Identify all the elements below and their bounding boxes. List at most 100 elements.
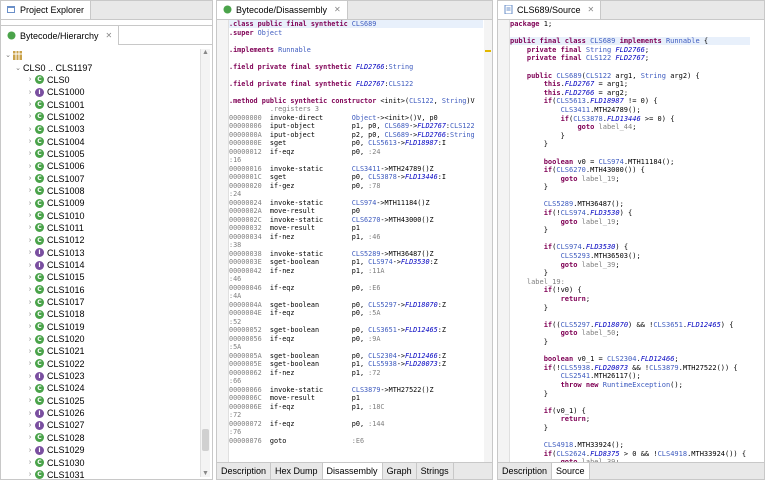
tree-item[interactable]: › C CLS1022	[1, 358, 198, 370]
chevron-right-icon[interactable]: ›	[25, 150, 35, 157]
tree-item[interactable]: › I CLS1029	[1, 444, 198, 456]
tree-item-label: CLS1001	[47, 99, 85, 110]
chevron-right-icon[interactable]: ›	[25, 323, 35, 330]
chevron-right-icon[interactable]: ›	[25, 447, 35, 454]
tab-bytecode-hierarchy[interactable]: Bytecode/Hierarchy ✕	[1, 26, 120, 45]
tree-item[interactable]: › I CLS1023	[1, 370, 198, 382]
scroll-up-icon[interactable]: ▲	[201, 49, 210, 56]
bottom-tab-graph[interactable]: Graph	[383, 463, 417, 479]
source-code[interactable]: package 1; public final class CLS689 imp…	[510, 20, 756, 462]
tree-root[interactable]: ⌄	[1, 49, 198, 61]
scroll-down-icon[interactable]: ▼	[201, 470, 210, 477]
tree-item[interactable]: › C CLS1015	[1, 271, 198, 283]
chevron-right-icon[interactable]: ›	[25, 422, 35, 429]
tab-label: Bytecode/Hierarchy	[20, 30, 99, 41]
tree-item[interactable]: › C CLS1024	[1, 382, 198, 394]
tab-project-explorer[interactable]: Project Explorer	[1, 1, 92, 19]
tree-item[interactable]: › C CLS1028	[1, 432, 198, 444]
chevron-down-icon[interactable]: ⌄	[3, 51, 13, 59]
tree-item[interactable]: › C CLS1018	[1, 308, 198, 320]
tree-item[interactable]: › C CLS1016	[1, 284, 198, 296]
tree-item[interactable]: › C CLS0	[1, 74, 198, 86]
bottom-tab-source[interactable]: Source	[552, 463, 590, 479]
class-icon: C	[35, 433, 44, 443]
tab-source[interactable]: CLS689/Source ✕	[498, 1, 602, 19]
tree-item[interactable]: › C CLS1030	[1, 456, 198, 468]
tree-item[interactable]: › C CLS1002	[1, 111, 198, 123]
chevron-right-icon[interactable]: ›	[25, 237, 35, 244]
tree-item[interactable]: › C CLS1011	[1, 222, 198, 234]
close-icon[interactable]: ✕	[588, 5, 595, 14]
chevron-right-icon[interactable]: ›	[25, 187, 35, 194]
chevron-right-icon[interactable]: ›	[25, 385, 35, 392]
tree-item[interactable]: › C CLS1007	[1, 172, 198, 184]
chevron-right-icon[interactable]: ›	[25, 286, 35, 293]
chevron-right-icon[interactable]: ›	[25, 471, 35, 478]
chevron-right-icon[interactable]: ›	[25, 373, 35, 380]
tab-bytecode-disassembly[interactable]: Bytecode/Disassembly ✕	[217, 1, 348, 19]
bottom-tab-disassembly[interactable]: Disassembly	[322, 463, 383, 479]
chevron-right-icon[interactable]: ›	[25, 212, 35, 219]
chevron-right-icon[interactable]: ›	[25, 348, 35, 355]
chevron-right-icon[interactable]: ›	[25, 126, 35, 133]
tree-item[interactable]: › C CLS1019	[1, 321, 198, 333]
scroll-thumb[interactable]	[202, 429, 209, 451]
tree-item[interactable]: › C CLS1020	[1, 333, 198, 345]
tree-item[interactable]: › I CLS1027	[1, 419, 198, 431]
class-icon: C	[35, 198, 44, 208]
chevron-right-icon[interactable]: ›	[25, 336, 35, 343]
tree-item[interactable]: › I CLS1026	[1, 407, 198, 419]
chevron-down-icon[interactable]: ⌄	[13, 64, 23, 72]
source-pane: CLS689/Source ✕ package 1; public final …	[497, 0, 765, 480]
chevron-right-icon[interactable]: ›	[25, 138, 35, 145]
hierarchy-subtabbar: Bytecode/Hierarchy ✕	[1, 25, 212, 45]
close-icon[interactable]: ✕	[334, 5, 341, 14]
tree-item[interactable]: › C CLS1008	[1, 185, 198, 197]
chevron-right-icon[interactable]: ›	[25, 101, 35, 108]
tree-item[interactable]: › C CLS1005	[1, 148, 198, 160]
tree-item[interactable]: › I CLS1013	[1, 247, 198, 259]
chevron-right-icon[interactable]: ›	[25, 311, 35, 318]
chevron-right-icon[interactable]: ›	[25, 360, 35, 367]
chevron-right-icon[interactable]: ›	[25, 410, 35, 417]
tree-item[interactable]: › C CLS1001	[1, 98, 198, 110]
tree-item-label: CLS1013	[47, 247, 85, 258]
chevron-right-icon[interactable]: ›	[25, 200, 35, 207]
close-icon[interactable]: ✕	[106, 31, 113, 40]
code-scrollbar[interactable]	[484, 20, 492, 462]
bottom-tab-description[interactable]: Description	[498, 463, 553, 479]
chevron-right-icon[interactable]: ›	[25, 163, 35, 170]
chevron-right-icon[interactable]: ›	[25, 76, 35, 83]
chevron-right-icon[interactable]: ›	[25, 274, 35, 281]
tree-item[interactable]: › I CLS1000	[1, 86, 198, 98]
tree-scrollbar[interactable]: ▲ ▼	[200, 49, 210, 477]
chevron-right-icon[interactable]: ›	[25, 299, 35, 306]
tree-item[interactable]: › C CLS1010	[1, 209, 198, 221]
chevron-right-icon[interactable]: ›	[25, 262, 35, 269]
tree-item[interactable]: › C CLS1021	[1, 345, 198, 357]
chevron-right-icon[interactable]: ›	[25, 175, 35, 182]
chevron-right-icon[interactable]: ›	[25, 459, 35, 466]
tree-item[interactable]: › C CLS1004	[1, 135, 198, 147]
tree-package[interactable]: ⌄ CLS0 .. CLS1197	[1, 61, 198, 73]
chevron-right-icon[interactable]: ›	[25, 434, 35, 441]
tree-item[interactable]: › I CLS1014	[1, 259, 198, 271]
chevron-right-icon[interactable]: ›	[25, 89, 35, 96]
tree-item[interactable]: › C CLS1025	[1, 395, 198, 407]
bottom-tab-description[interactable]: Description	[217, 463, 272, 479]
tree-item[interactable]: › C CLS1031	[1, 469, 198, 479]
tree-item-label: CLS1019	[47, 321, 85, 332]
tree-item[interactable]: › C CLS1012	[1, 234, 198, 246]
bottom-tab-strings[interactable]: Strings	[417, 463, 454, 479]
tree-item[interactable]: › C CLS1003	[1, 123, 198, 135]
chevron-right-icon[interactable]: ›	[25, 113, 35, 120]
tree-item[interactable]: › C CLS1017	[1, 296, 198, 308]
bottom-tab-hex-dump[interactable]: Hex Dump	[271, 463, 323, 479]
interface-icon: I	[35, 248, 44, 258]
tree-item[interactable]: › C CLS1009	[1, 197, 198, 209]
disassembly-code[interactable]: .class public final synthetic CLS689 .su…	[229, 20, 484, 462]
chevron-right-icon[interactable]: ›	[25, 249, 35, 256]
tree-item[interactable]: › C CLS1006	[1, 160, 198, 172]
chevron-right-icon[interactable]: ›	[25, 397, 35, 404]
chevron-right-icon[interactable]: ›	[25, 224, 35, 231]
